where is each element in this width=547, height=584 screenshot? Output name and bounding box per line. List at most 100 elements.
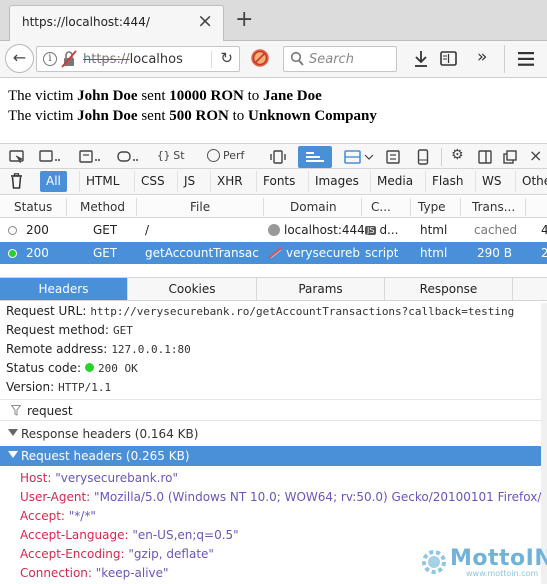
url-text[interactable]: https://localhos: [83, 52, 195, 67]
header-row[interactable]: Accept: "*/*": [20, 509, 96, 523]
column-method[interactable]: Method: [80, 200, 125, 214]
console-tool-icon[interactable]: [39, 150, 61, 164]
watermark-gear-icon: [422, 550, 446, 574]
back-button[interactable]: ←: [5, 44, 34, 73]
filter-html[interactable]: HTML: [79, 171, 125, 192]
overflow-chevron-icon[interactable]: »: [477, 47, 487, 67]
network-tool-tab[interactable]: [298, 146, 332, 168]
header-row[interactable]: Accept-Language: "en-US,en;q=0.5": [20, 528, 239, 542]
cause-cell: JS d...: [365, 223, 399, 237]
table-row-selected[interactable]: 200 GET getAccountTransac... verysecureb…: [0, 242, 547, 264]
expand-triangle-icon: [8, 451, 18, 458]
remote-address-line: Remote address: 127.0.0.1:80: [6, 342, 191, 356]
filter-fonts[interactable]: Fonts: [256, 171, 301, 192]
url-bar[interactable]: i https://localhos ↻: [36, 46, 240, 72]
request-url-line: Request URL: http://verysecurebank.ro/get…: [6, 304, 515, 318]
tab-strip: https://localhost:444/ × +: [0, 0, 547, 41]
watermark-name: MottoIN: [450, 546, 547, 571]
tab-cookies[interactable]: Cookies: [128, 278, 257, 300]
header-row[interactable]: Accept-Encoding: "gzip, deflate": [20, 547, 214, 561]
page-content: The victim John Doe sent 10000 RON to Ja…: [8, 86, 377, 126]
devtools-toolbar: {} St Perf ⚙ ×: [0, 143, 547, 169]
header-filter-text: request: [27, 404, 73, 418]
new-tab-icon[interactable]: +: [235, 8, 253, 32]
insecure-connection-icon: [268, 247, 282, 259]
status-ok-dot: [85, 363, 95, 372]
domain-cell: verysecureb...: [268, 246, 360, 260]
devtools-divider: [441, 148, 442, 166]
url-divider: [211, 51, 212, 68]
filter-xhr[interactable]: XHR: [210, 171, 249, 192]
tab-title: https://localhost:444/: [22, 15, 150, 29]
insecure-lock-icon: [61, 50, 77, 68]
inspector-pick-icon[interactable]: [9, 150, 24, 164]
column-domain[interactable]: Domain: [290, 200, 337, 214]
download-icon[interactable]: [413, 50, 429, 68]
tab-params[interactable]: Params: [257, 278, 385, 300]
header-filter-input[interactable]: request: [0, 399, 547, 421]
status-dot: [8, 226, 17, 235]
header-row[interactable]: User-Agent: "Mozilla/5.0 (Windows NT 10.…: [20, 490, 547, 504]
reader-view-icon[interactable]: [440, 50, 457, 67]
request-headers-toggle[interactable]: Request headers (0.265 KB): [0, 446, 547, 466]
request-url-value[interactable]: http://verysecurebank.ro/getAccountTrans…: [90, 305, 514, 318]
column-file[interactable]: File: [190, 200, 210, 214]
menu-icon[interactable]: [518, 52, 534, 66]
globe-icon: [268, 224, 280, 236]
dock-layout-icon[interactable]: [344, 150, 374, 164]
dock-side-icon[interactable]: [478, 150, 492, 164]
filter-other[interactable]: Othe: [515, 171, 547, 192]
expand-triangle-icon: [8, 429, 18, 436]
column-transferred[interactable]: Trans...: [472, 200, 515, 214]
toolbar-divider: [504, 45, 505, 73]
filter-css[interactable]: CSS: [134, 171, 171, 192]
braces-icon: {}: [157, 149, 171, 162]
clear-trash-icon[interactable]: [10, 173, 23, 189]
storage-tool[interactable]: {} St: [157, 149, 185, 162]
transfer-line-1: The victim John Doe sent 10000 RON to Ja…: [8, 88, 322, 104]
filter-images[interactable]: Images: [308, 171, 365, 192]
undock-window-icon[interactable]: [503, 150, 517, 164]
filter-ws[interactable]: WS: [475, 171, 507, 192]
filter-js[interactable]: JS: [177, 171, 201, 192]
filter-media[interactable]: Media: [370, 171, 419, 192]
status-code-line: Status code: 200 OK: [6, 361, 138, 375]
close-tab-icon[interactable]: ×: [197, 11, 213, 31]
nav-bar: ← i https://localhos ↻ Search »: [0, 41, 547, 78]
filter-funnel-icon: [11, 405, 21, 416]
column-status[interactable]: Status: [14, 200, 52, 214]
filter-flash[interactable]: Flash: [425, 171, 469, 192]
column-cause[interactable]: C...: [371, 200, 391, 214]
blocked-content-icon[interactable]: [250, 48, 270, 68]
scratchpad-tool-icon[interactable]: [386, 150, 400, 164]
watermark-site: www.mottoin.com: [466, 569, 539, 578]
tab-headers[interactable]: Headers: [0, 278, 128, 300]
performance-tool[interactable]: Perf: [207, 149, 244, 162]
close-devtools-icon[interactable]: ×: [529, 146, 542, 165]
debugger-tool-icon[interactable]: [79, 150, 101, 164]
js-icon: JS: [365, 226, 377, 235]
transfer-line-2: The victim John Doe sent 500 RON to Unkn…: [8, 108, 377, 124]
filter-all[interactable]: All: [40, 171, 67, 192]
response-headers-toggle[interactable]: Response headers (0.164 KB): [0, 424, 547, 444]
style-editor-tool-icon[interactable]: [117, 150, 139, 164]
domain-cell: localhost:444: [268, 223, 365, 237]
browser-tab[interactable]: https://localhost:444/ ×: [9, 5, 224, 41]
column-type[interactable]: Type: [418, 200, 446, 214]
mobile-device-icon[interactable]: [417, 149, 429, 165]
vertical-scrollbar[interactable]: [541, 303, 547, 584]
search-bar[interactable]: Search: [283, 46, 397, 72]
info-icon[interactable]: i: [43, 52, 57, 66]
request-filter-bar: All HTML CSS JS XHR Fonts Images Media F…: [0, 169, 547, 195]
detail-tabs: Headers Cookies Params Response: [0, 277, 547, 301]
table-row[interactable]: 200 GET / localhost:444 JS d... html cach…: [0, 219, 547, 241]
tab-response[interactable]: Response: [385, 278, 513, 300]
reload-icon[interactable]: ↻: [220, 49, 233, 67]
search-icon: [290, 51, 304, 66]
settings-gear-icon[interactable]: ⚙: [451, 147, 464, 163]
back-arrow-icon: ←: [12, 48, 27, 67]
status-dot: [8, 249, 17, 258]
responsive-mode-icon[interactable]: [270, 150, 286, 164]
header-row[interactable]: Connection: "keep-alive": [20, 566, 169, 580]
header-row[interactable]: Host: "verysecurebank.ro": [20, 471, 178, 485]
